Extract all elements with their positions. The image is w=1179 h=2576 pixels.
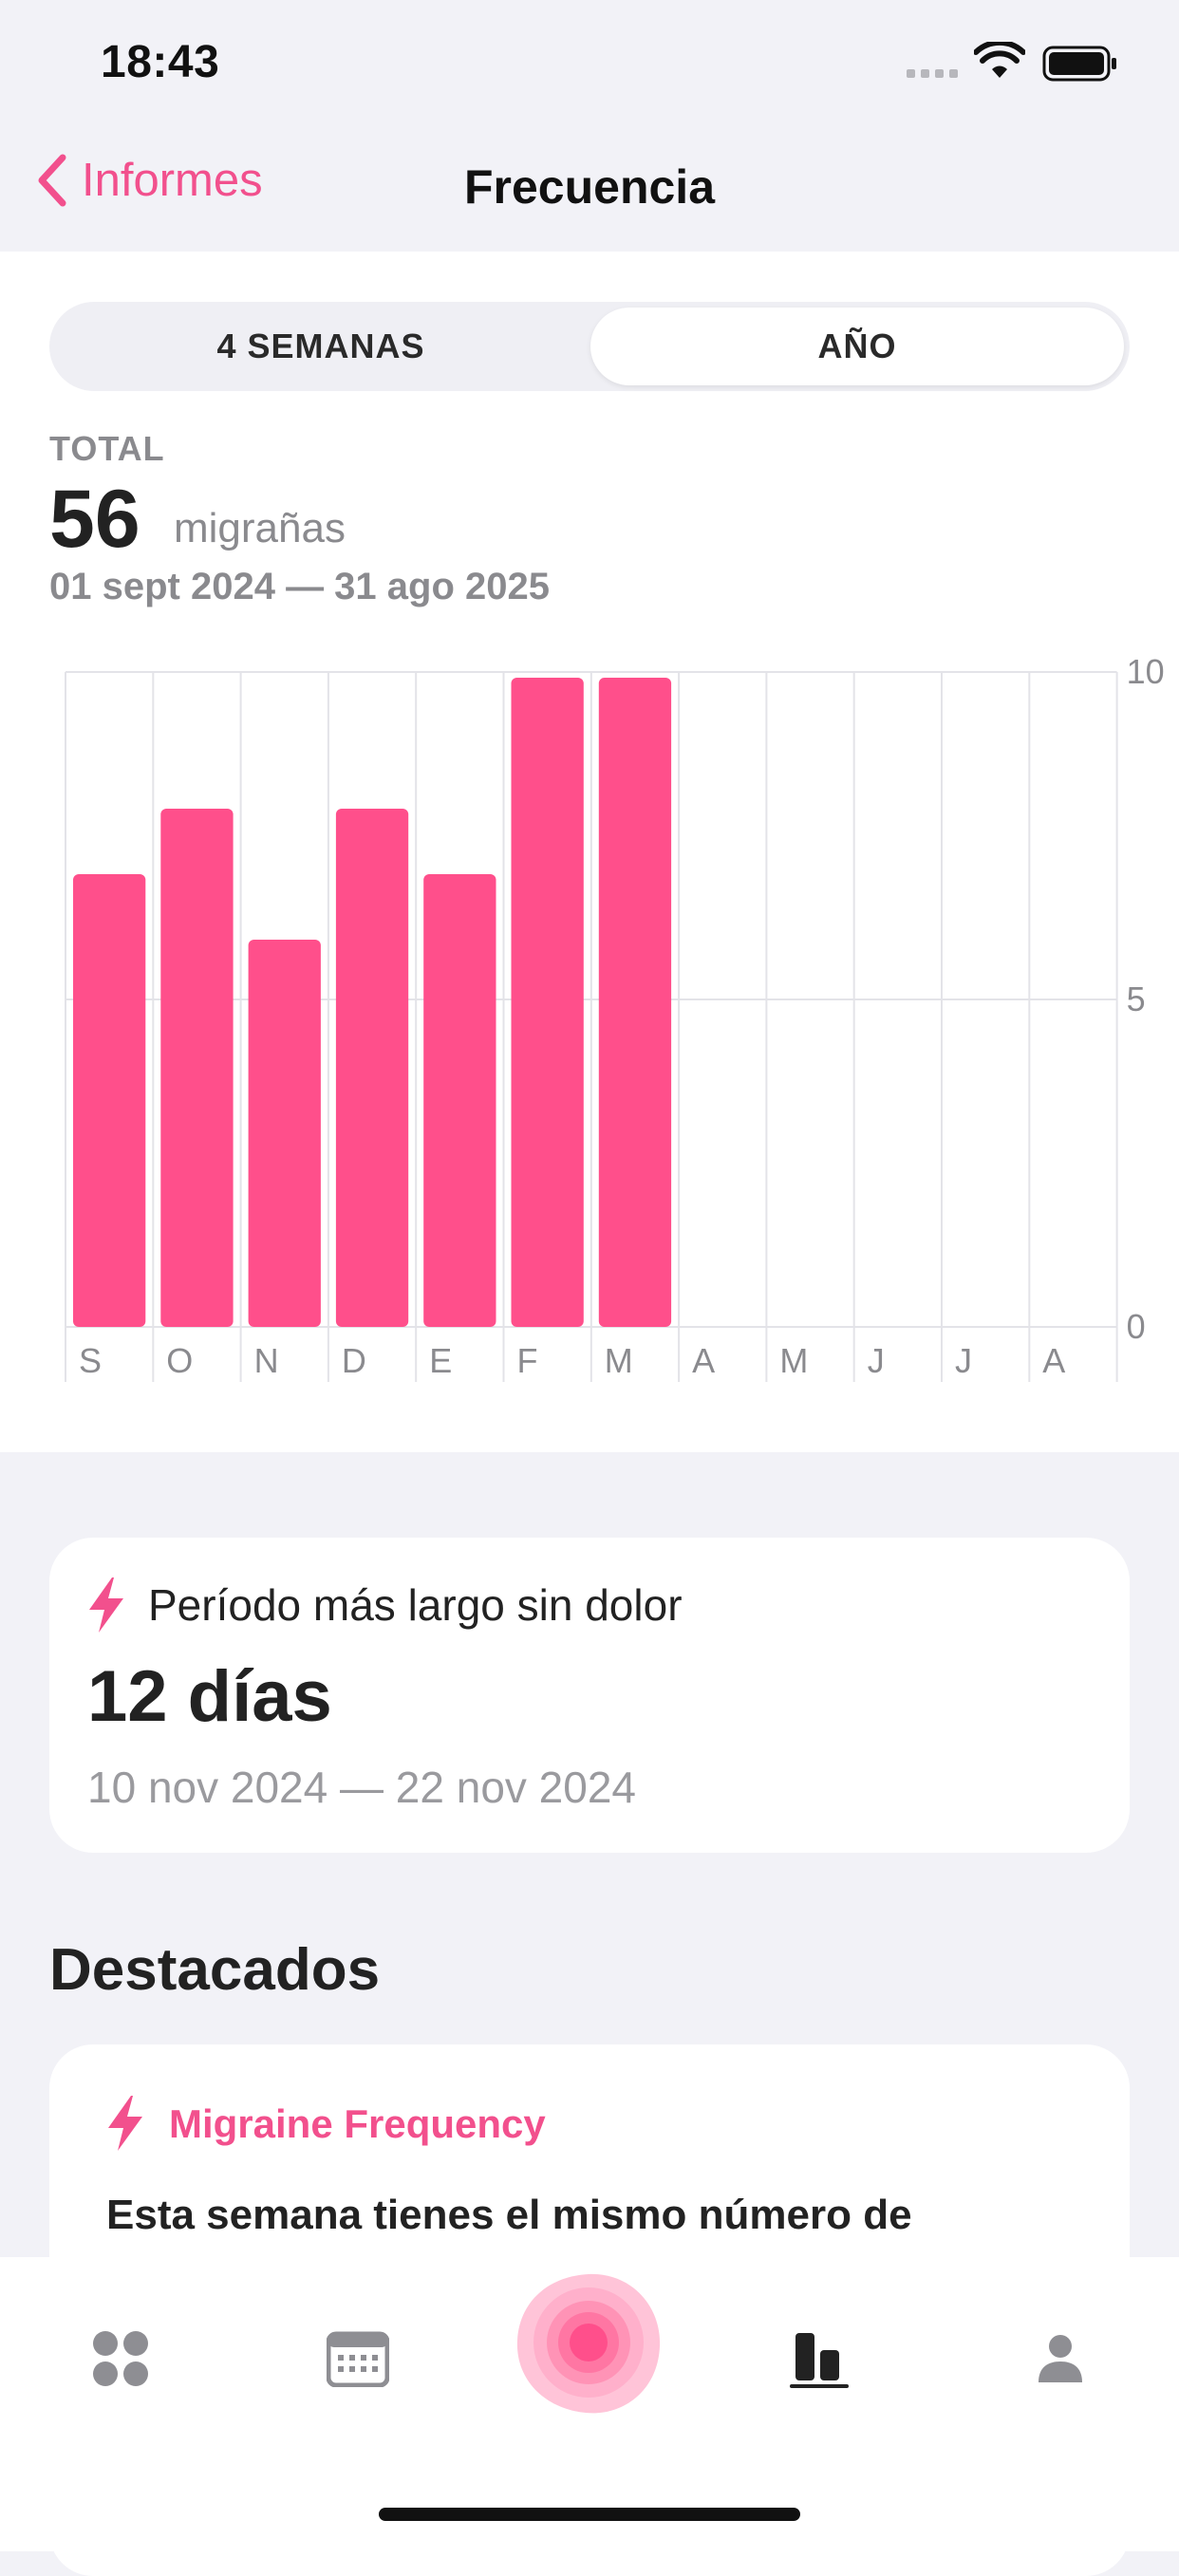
x-tick-label: A [692, 1341, 715, 1380]
bar-2 [248, 940, 321, 1327]
tab-profile[interactable] [1018, 2316, 1103, 2401]
reports-icon [790, 2333, 849, 2388]
x-tick-label: J [955, 1341, 972, 1380]
streak-title: Período más largo sin dolor [148, 1580, 683, 1630]
tab-dashboard[interactable] [78, 2316, 163, 2401]
page-title: Frecuencia [463, 160, 715, 214]
tab-calendar[interactable] [315, 2316, 401, 2401]
x-tick-label: E [429, 1341, 452, 1380]
x-tick-label: M [779, 1341, 808, 1380]
x-tick-label: A [1042, 1341, 1065, 1380]
battery-icon [1042, 46, 1116, 82]
longest-pain-free-card[interactable]: Período más largo sin dolor 12 días 10 n… [49, 1538, 1130, 1853]
total-label: TOTAL [49, 429, 165, 468]
status-time: 18:43 [101, 37, 220, 87]
wifi-icon [974, 42, 1025, 78]
x-tick-label: S [79, 1341, 102, 1380]
highlights-title: Destacados [49, 1937, 381, 2003]
date-range: 01 sept 2024 — 31 ago 2025 [49, 566, 550, 607]
x-tick-label: F [517, 1341, 538, 1380]
bar-5 [511, 678, 584, 1327]
bolt-icon [89, 1577, 123, 1633]
segment-4-weeks[interactable]: 4 SEMANAS [55, 308, 587, 385]
calendar-icon [327, 2331, 389, 2387]
x-tick-label: M [605, 1341, 633, 1380]
highlight-text: Esta semana tienes el mismo número de [106, 2192, 912, 2238]
dashboard-icon [93, 2331, 148, 2386]
y-tick-label: 10 [1127, 652, 1165, 691]
streak-range: 10 nov 2024 — 22 nov 2024 [87, 1763, 637, 1812]
period-segmented-control: 4 SEMANAS AÑO [49, 302, 1130, 391]
bar-1 [160, 809, 234, 1327]
x-tick-label: D [342, 1341, 366, 1380]
profile-icon [1039, 2335, 1082, 2382]
bolt-icon [108, 2096, 142, 2151]
x-tick-label: O [166, 1341, 193, 1380]
bar-3 [335, 809, 409, 1327]
y-tick-label: 0 [1127, 1307, 1146, 1346]
y-tick-label: 5 [1127, 980, 1146, 1018]
bar-4 [423, 874, 496, 1327]
x-tick-label: N [254, 1341, 279, 1380]
segment-year[interactable]: AÑO [590, 308, 1124, 385]
total-value: 56 [49, 474, 140, 565]
home-indicator [379, 2508, 800, 2521]
record-icon [516, 2273, 661, 2414]
total-unit: migrañas [174, 505, 346, 551]
tab-reports[interactable] [777, 2316, 862, 2401]
frequency-bar-chart: 0 5 10 S O N D E F M A M J J A [65, 652, 1165, 1382]
streak-value: 12 días [87, 1656, 332, 1737]
highlight-title: Migraine Frequency [169, 2101, 546, 2146]
bar-0 [73, 874, 146, 1327]
bar-6 [598, 678, 672, 1327]
tab-record[interactable] [494, 2249, 683, 2439]
cellular-signal-icon [907, 69, 958, 78]
x-tick-label: J [868, 1341, 885, 1380]
